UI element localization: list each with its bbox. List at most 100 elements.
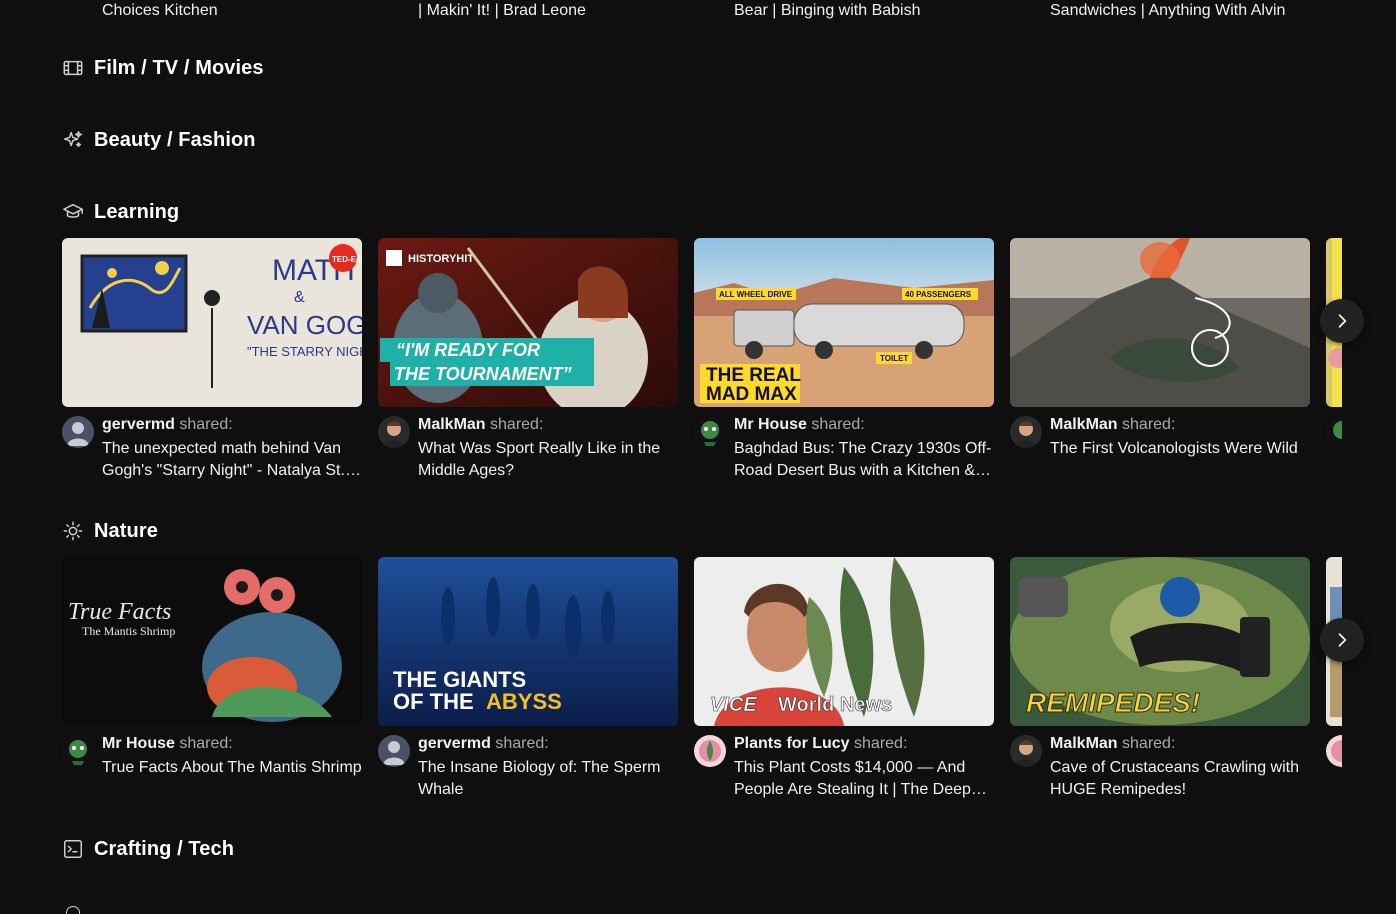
video-card[interactable]: MalkMan shared: The First Volcanologists… bbox=[1010, 238, 1310, 460]
thumb-text: “I'M READY FOR bbox=[396, 340, 540, 360]
sparkles-icon bbox=[62, 129, 84, 151]
video-title[interactable]: What Was Sport Really Like in the Middle… bbox=[418, 438, 678, 482]
video-title[interactable]: Cave of Crustaceans Crawling with HUGE R… bbox=[1050, 757, 1310, 801]
thumb-text: 40 PASSENGERS bbox=[905, 290, 972, 299]
thumb-text: ALL WHEEL DRIVE bbox=[719, 290, 793, 299]
thumb-text: REMIPEDES! bbox=[1026, 687, 1200, 718]
shared-label: shared: bbox=[854, 735, 908, 752]
section-heading-learning[interactable]: Learning bbox=[62, 198, 179, 226]
username[interactable]: MalkMan bbox=[1050, 416, 1118, 433]
video-card[interactable]: ALL WHEEL DRIVE 40 PASSENGERS TOILET THE… bbox=[694, 238, 994, 482]
section-heading-nature[interactable]: Nature bbox=[62, 517, 158, 545]
shared-label: shared: bbox=[1122, 416, 1176, 433]
thumb-text: TOILET bbox=[880, 354, 908, 363]
username[interactable]: gervermd bbox=[102, 416, 175, 433]
shared-label: shared: bbox=[495, 735, 549, 752]
graduation-cap-icon bbox=[62, 201, 84, 223]
video-thumbnail[interactable]: MATH & VAN GOGH'S "THE STARRY NIGHT" TED… bbox=[62, 238, 362, 407]
shared-by: gervermd shared: bbox=[102, 415, 362, 435]
chevron-right-icon bbox=[1338, 314, 1347, 328]
video-title[interactable]: Bear | Binging with Babish bbox=[734, 1, 920, 21]
video-thumbnail[interactable]: REMIPEDES! bbox=[1010, 557, 1310, 726]
video-card[interactable]: MATH & VAN GOGH'S "THE STARRY NIGHT" TED… bbox=[62, 238, 362, 482]
thumb-text: The Mantis Shrimp bbox=[82, 624, 175, 638]
video-thumbnail[interactable]: VICE World News bbox=[694, 557, 994, 726]
video-card[interactable] bbox=[1326, 557, 1342, 767]
carousel-next-button[interactable] bbox=[1320, 618, 1364, 662]
thumb-text: VAN GOGH'S bbox=[247, 310, 362, 340]
thumb-text: True Facts bbox=[68, 599, 171, 625]
avatar[interactable] bbox=[694, 735, 726, 767]
username[interactable]: Mr House bbox=[734, 416, 807, 433]
username[interactable]: gervermd bbox=[418, 735, 491, 752]
shared-by: MalkMan shared: bbox=[1050, 415, 1310, 435]
avatar[interactable] bbox=[378, 735, 410, 767]
shared-by: MalkMan shared: bbox=[418, 415, 678, 435]
thumb-text: OF THE bbox=[393, 689, 474, 714]
video-card[interactable]: HISTORYHIT “I'M READY FOR THE TOURNAMENT… bbox=[378, 238, 678, 482]
page: Choices Kitchen | Makin' It! | Brad Leon… bbox=[0, 0, 1396, 914]
avatar[interactable] bbox=[378, 416, 410, 448]
section-title: Crafting / Tech bbox=[94, 837, 235, 860]
avatar[interactable] bbox=[694, 416, 726, 448]
video-title[interactable]: The Insane Biology of: The Sperm Whale bbox=[418, 757, 678, 801]
section-title: Film / TV / Movies bbox=[94, 56, 264, 79]
video-title[interactable]: Baghdad Bus: The Crazy 1930s Off-Road De… bbox=[734, 438, 994, 482]
video-title[interactable]: | Makin' It! | Brad Leone bbox=[418, 1, 586, 21]
thumb-text: & bbox=[294, 289, 305, 306]
sun-icon bbox=[62, 520, 84, 542]
video-thumbnail[interactable] bbox=[1010, 238, 1310, 407]
section-heading-beauty[interactable]: Beauty / Fashion bbox=[62, 126, 256, 154]
avatar[interactable] bbox=[62, 416, 94, 448]
partial-section-icon bbox=[66, 906, 80, 914]
video-title[interactable]: This Plant Costs $14,000 — And People Ar… bbox=[734, 757, 994, 801]
username[interactable]: Plants for Lucy bbox=[734, 735, 850, 752]
shared-label: shared: bbox=[490, 416, 544, 433]
video-card[interactable] bbox=[1326, 238, 1342, 448]
avatar[interactable] bbox=[1010, 416, 1042, 448]
thumb-text: MAD MAX bbox=[706, 384, 797, 405]
video-thumbnail[interactable]: True Facts The Mantis Shrimp bbox=[62, 557, 362, 726]
avatar[interactable] bbox=[1010, 735, 1042, 767]
shared-by: Plants for Lucy shared: bbox=[734, 734, 994, 754]
thumb-text: HISTORYHIT bbox=[408, 253, 474, 265]
shared-label: shared: bbox=[811, 416, 865, 433]
video-title[interactable]: True Facts About The Mantis Shrimp bbox=[102, 757, 362, 779]
avatar[interactable] bbox=[1326, 416, 1342, 448]
username[interactable]: MalkMan bbox=[418, 416, 486, 433]
avatar[interactable] bbox=[1326, 735, 1342, 767]
section-heading-film[interactable]: Film / TV / Movies bbox=[62, 54, 264, 82]
video-title[interactable]: The First Volcanologists Were Wild bbox=[1050, 438, 1310, 460]
thumb-text: World News bbox=[778, 694, 892, 716]
shared-by: Mr House shared: bbox=[102, 734, 362, 754]
terminal-icon bbox=[62, 838, 84, 860]
video-card[interactable]: VICE World News Plants for Lucy shared: … bbox=[694, 557, 994, 801]
thumb-text: "THE STARRY NIGHT" bbox=[247, 344, 362, 359]
username[interactable]: Mr House bbox=[102, 735, 175, 752]
film-icon bbox=[62, 57, 84, 79]
video-title[interactable]: Choices Kitchen bbox=[102, 1, 218, 21]
shared-label: shared: bbox=[179, 416, 233, 433]
username[interactable]: MalkMan bbox=[1050, 735, 1118, 752]
thumb-text: THE REAL bbox=[706, 365, 801, 386]
video-thumbnail[interactable]: THE GIANTS OF THE ABYSS bbox=[378, 557, 678, 726]
section-title: Learning bbox=[94, 200, 180, 223]
section-heading-crafting[interactable]: Crafting / Tech bbox=[62, 835, 234, 863]
video-card[interactable]: THE GIANTS OF THE ABYSS gervermd shared:… bbox=[378, 557, 678, 801]
thumb-text: VICE bbox=[710, 694, 757, 716]
section-title: Beauty / Fashion bbox=[94, 128, 256, 151]
previous-row: Choices Kitchen | Makin' It! | Brad Leon… bbox=[0, 0, 1396, 22]
thumb-text: TED-Ed bbox=[332, 255, 361, 264]
video-card[interactable]: REMIPEDES! MalkMan shared: Cave of Crust… bbox=[1010, 557, 1310, 801]
video-thumbnail[interactable]: HISTORYHIT “I'M READY FOR THE TOURNAMENT… bbox=[378, 238, 678, 407]
shared-label: shared: bbox=[1122, 735, 1176, 752]
avatar[interactable] bbox=[62, 735, 94, 767]
carousel-next-button[interactable] bbox=[1320, 299, 1364, 343]
video-title[interactable]: Sandwiches | Anything With Alvin bbox=[1050, 1, 1285, 21]
video-card[interactable]: True Facts The Mantis Shrimp Mr House sh… bbox=[62, 557, 362, 779]
nature-carousel: True Facts The Mantis Shrimp Mr House sh… bbox=[62, 557, 1342, 807]
shared-by: Mr House shared: bbox=[734, 415, 994, 435]
video-title[interactable]: The unexpected math behind Van Gogh's "S… bbox=[102, 438, 362, 482]
shared-by: gervermd shared: bbox=[418, 734, 678, 754]
video-thumbnail[interactable]: ALL WHEEL DRIVE 40 PASSENGERS TOILET THE… bbox=[694, 238, 994, 407]
